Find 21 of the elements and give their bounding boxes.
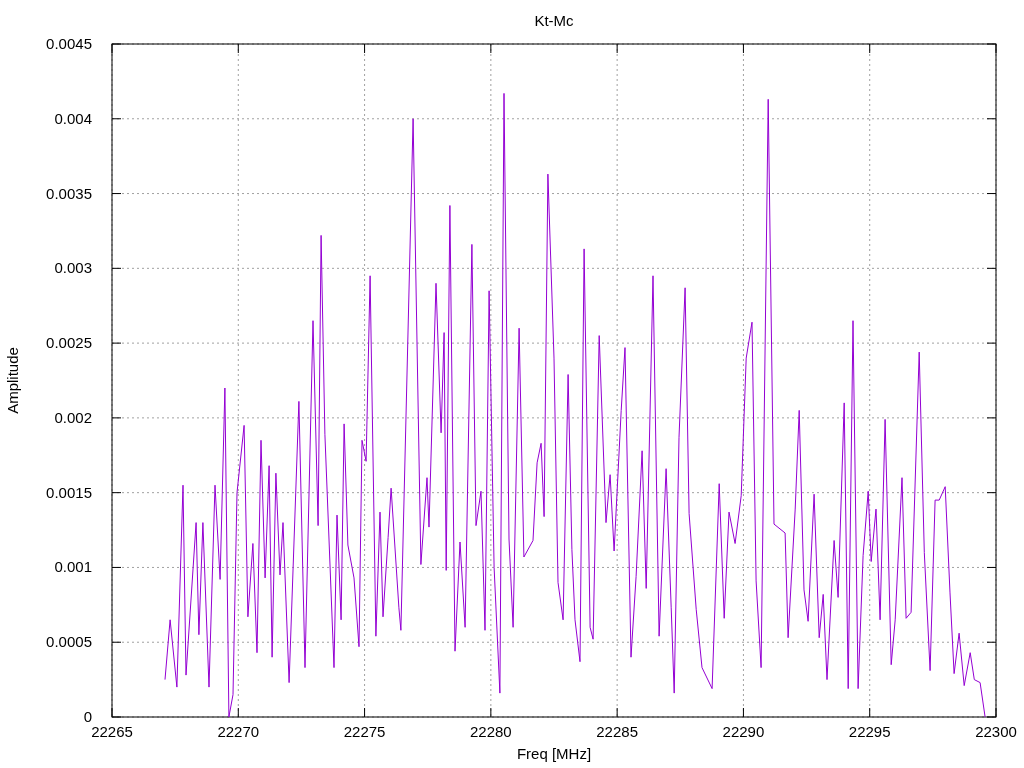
y-tick-label: 0.0015 [46,483,92,501]
y-tick-label: 0.004 [54,109,92,127]
x-tick-label: 22265 [91,723,133,740]
y-tick-label: 0.001 [54,558,92,576]
x-tick-label: 22270 [217,723,260,740]
y-tick-label: 0.0025 [46,334,92,352]
y-tick-label: 0.0035 [46,184,92,202]
y-tick-label: 0.003 [54,259,92,277]
x-axis-label: Freq [MHz] [516,745,592,762]
x-tick-label: 22300 [975,723,1017,740]
chart-title: Kt-Mc [534,12,574,29]
x-tick-label: 22285 [596,723,638,740]
x-tick-label: 22290 [722,723,765,740]
y-tick-label: 0.0005 [46,633,92,651]
x-tick-label: 22280 [470,723,512,740]
y-tick-label: 0.002 [54,408,92,426]
y-tick-label: 0.0045 [46,35,92,52]
y-tick-label: 0 [83,708,92,725]
x-tick-label: 22275 [343,723,386,740]
x-tick-label: 22295 [848,723,891,740]
y-axis-label: Amplitude [4,347,21,414]
